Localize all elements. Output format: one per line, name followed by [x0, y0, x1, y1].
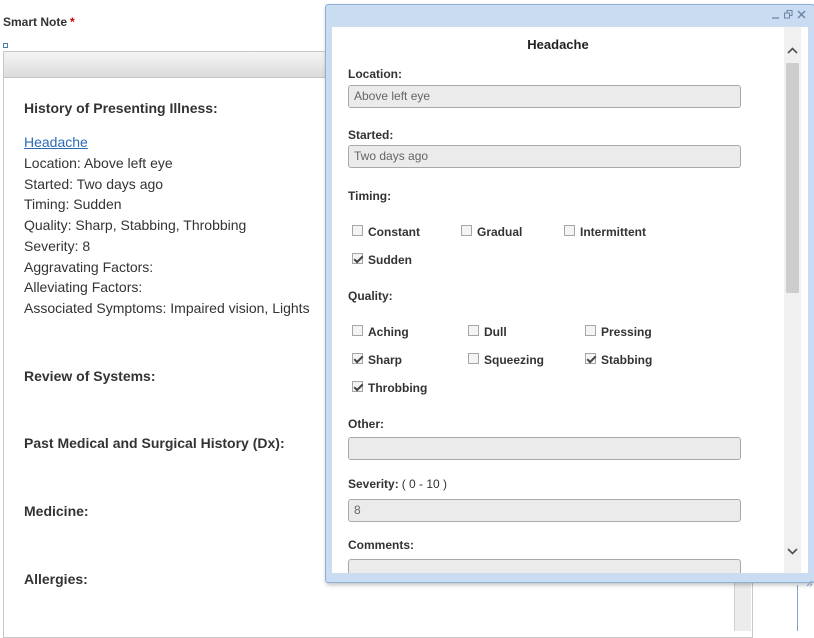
timing-label: Timing: — [348, 189, 392, 203]
hpi-alleviating: Alleviating Factors: — [24, 279, 143, 295]
restore-icon[interactable] — [784, 10, 793, 19]
timing-sudden-label: Sudden — [368, 253, 412, 267]
scrollbar-thumb[interactable] — [786, 63, 799, 293]
past-history-heading: Past Medical and Surgical History (Dx): — [24, 435, 285, 451]
required-asterisk: * — [70, 15, 75, 29]
quality-sharp-label: Sharp — [368, 353, 403, 367]
quality-throbbing-label: Throbbing — [368, 381, 428, 395]
checkbox-box-checked[interactable] — [352, 380, 363, 392]
hpi-quality: Quality: Sharp, Stabbing, Throbbing — [24, 217, 247, 233]
timing-constant-checkbox[interactable]: Constant — [352, 224, 420, 239]
other-field[interactable] — [348, 437, 741, 460]
quality-aching-checkbox[interactable]: Aching — [352, 324, 409, 339]
hpi-heading: History of Presenting Illness: — [24, 100, 218, 116]
quality-aching-label: Aching — [368, 325, 409, 339]
hpi-associated-symptoms: Associated Symptoms: Impaired vision, Li… — [24, 300, 310, 316]
smart-note-label-text: Smart Note — [3, 15, 68, 29]
checkbox-box-checked[interactable] — [352, 252, 363, 264]
checkbox-box[interactable] — [564, 224, 575, 236]
quality-dull-label: Dull — [484, 325, 507, 339]
quality-stabbing-label: Stabbing — [601, 353, 653, 367]
headache-link[interactable]: Headache — [24, 134, 88, 150]
popup-content: Headache Location: Above left eye Starte… — [332, 27, 808, 573]
started-field[interactable]: Two days ago — [348, 145, 741, 168]
hpi-severity: Severity: 8 — [24, 238, 91, 254]
quality-label: Quality: — [348, 289, 393, 303]
review-of-systems-heading: Review of Systems: — [24, 368, 156, 384]
timing-intermittent-checkbox[interactable]: Intermittent — [564, 224, 646, 239]
checkbox-box[interactable] — [585, 324, 596, 336]
other-label: Other: — [348, 417, 384, 431]
allergies-heading: Allergies: — [24, 571, 88, 587]
timing-sudden-checkbox[interactable]: Sudden — [352, 252, 412, 267]
severity-range: ( 0 - 10 ) — [401, 477, 448, 491]
hpi-started: Started: Two days ago — [24, 176, 164, 192]
checkbox-box-checked[interactable] — [352, 352, 363, 364]
quality-stabbing-checkbox[interactable]: Stabbing — [585, 352, 653, 367]
quality-pressing-label: Pressing — [601, 325, 652, 339]
headache-popup: Headache Location: Above left eye Starte… — [325, 4, 814, 587]
quality-sharp-checkbox[interactable]: Sharp — [352, 352, 403, 367]
hpi-timing: Timing: Sudden — [24, 196, 122, 212]
checkbox-box[interactable] — [352, 224, 363, 236]
quality-squeezing-checkbox[interactable]: Squeezing — [468, 352, 545, 367]
quality-throbbing-checkbox[interactable]: Throbbing — [352, 380, 428, 395]
timing-gradual-checkbox[interactable]: Gradual — [461, 224, 523, 239]
divider — [797, 585, 798, 631]
started-label: Started: — [348, 128, 394, 142]
quality-pressing-checkbox[interactable]: Pressing — [585, 324, 652, 339]
hpi-aggravating: Aggravating Factors: — [24, 259, 154, 275]
checkbox-box-checked[interactable] — [585, 352, 596, 364]
location-label: Location: — [348, 67, 402, 81]
checkbox-box[interactable] — [461, 224, 472, 236]
smart-note-label: Smart Note * — [3, 15, 75, 29]
quality-dull-checkbox[interactable]: Dull — [468, 324, 507, 339]
chevron-up-icon[interactable] — [784, 41, 801, 59]
popup-title: Headache — [527, 37, 589, 52]
resize-handle[interactable] — [3, 43, 8, 48]
comments-field[interactable] — [348, 559, 741, 573]
popup-titlebar[interactable] — [326, 5, 814, 27]
minimize-icon[interactable] — [771, 10, 780, 19]
severity-label-text: Severity: — [348, 477, 399, 491]
timing-constant-label: Constant — [368, 225, 420, 239]
medicine-heading: Medicine: — [24, 503, 89, 519]
location-field[interactable]: Above left eye — [348, 85, 741, 108]
severity-label: Severity:( 0 - 10 ) — [348, 477, 447, 491]
hpi-location: Location: Above left eye — [24, 155, 173, 171]
close-icon[interactable] — [797, 10, 806, 19]
timing-intermittent-label: Intermittent — [580, 225, 646, 239]
checkbox-box[interactable] — [468, 352, 479, 364]
resize-grip-icon[interactable] — [806, 574, 813, 587]
timing-gradual-label: Gradual — [477, 225, 523, 239]
comments-label: Comments: — [348, 538, 415, 552]
quality-squeezing-label: Squeezing — [484, 353, 545, 367]
window-controls — [771, 10, 806, 19]
checkbox-box[interactable] — [468, 324, 479, 336]
popup-scrollbar[interactable] — [784, 27, 801, 573]
checkbox-box[interactable] — [352, 324, 363, 336]
severity-field[interactable]: 8 — [348, 499, 741, 522]
chevron-down-icon[interactable] — [784, 542, 801, 560]
